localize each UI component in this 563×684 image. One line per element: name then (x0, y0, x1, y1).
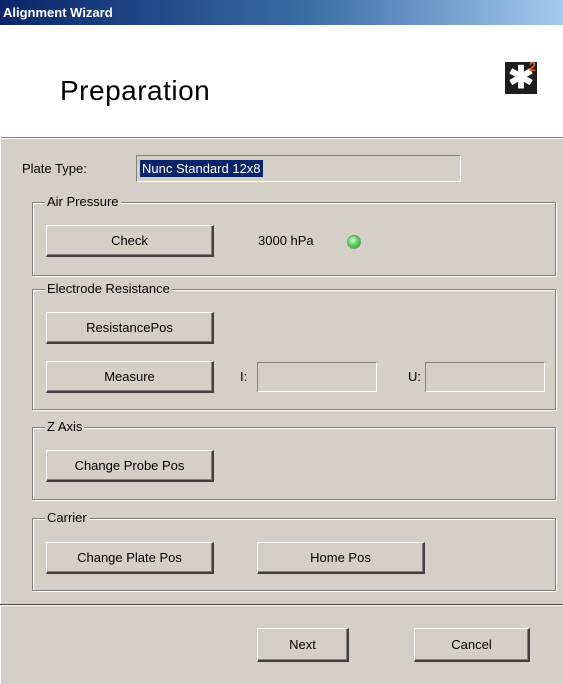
footer-divider (0, 604, 563, 606)
change-probe-pos-button[interactable]: Change Probe Pos (46, 450, 214, 482)
wizard-header: Preparation ✱ 2 (0, 25, 563, 137)
i-field[interactable] (257, 362, 377, 392)
u-label: U: (408, 369, 421, 384)
change-plate-pos-button[interactable]: Change Plate Pos (46, 542, 214, 574)
page-title: Preparation (60, 75, 211, 106)
air-pressure-title: Air Pressure (45, 194, 121, 210)
left-edge (0, 137, 1, 684)
window-titlebar[interactable]: Alignment Wizard (0, 0, 563, 25)
header-divider (0, 137, 563, 139)
home-pos-button[interactable]: Home Pos (257, 542, 425, 574)
cancel-button[interactable]: Cancel (414, 628, 530, 662)
measure-button[interactable]: Measure (46, 361, 214, 393)
i-label: I: (240, 369, 248, 384)
carrier-title: Carrier (45, 510, 89, 526)
u-field[interactable] (425, 362, 545, 392)
resistance-pos-button[interactable]: ResistancePos (46, 312, 214, 344)
z-axis-title: Z Axis (45, 419, 85, 435)
check-button[interactable]: Check (46, 225, 214, 257)
logo-superscript: 2 (528, 59, 536, 74)
plate-type-field[interactable]: Nunc Standard 12x8 (136, 155, 461, 182)
plate-type-value: Nunc Standard 12x8 (140, 160, 263, 177)
electrode-resistance-title: Electrode Resistance (45, 281, 172, 297)
plate-type-label: Plate Type: (22, 161, 87, 176)
app-logo: ✱ 2 (505, 59, 537, 95)
window-title: Alignment Wizard (3, 5, 113, 20)
status-led-icon (347, 235, 361, 249)
next-button[interactable]: Next (257, 628, 349, 662)
air-pressure-value: 3000 hPa (258, 233, 314, 248)
